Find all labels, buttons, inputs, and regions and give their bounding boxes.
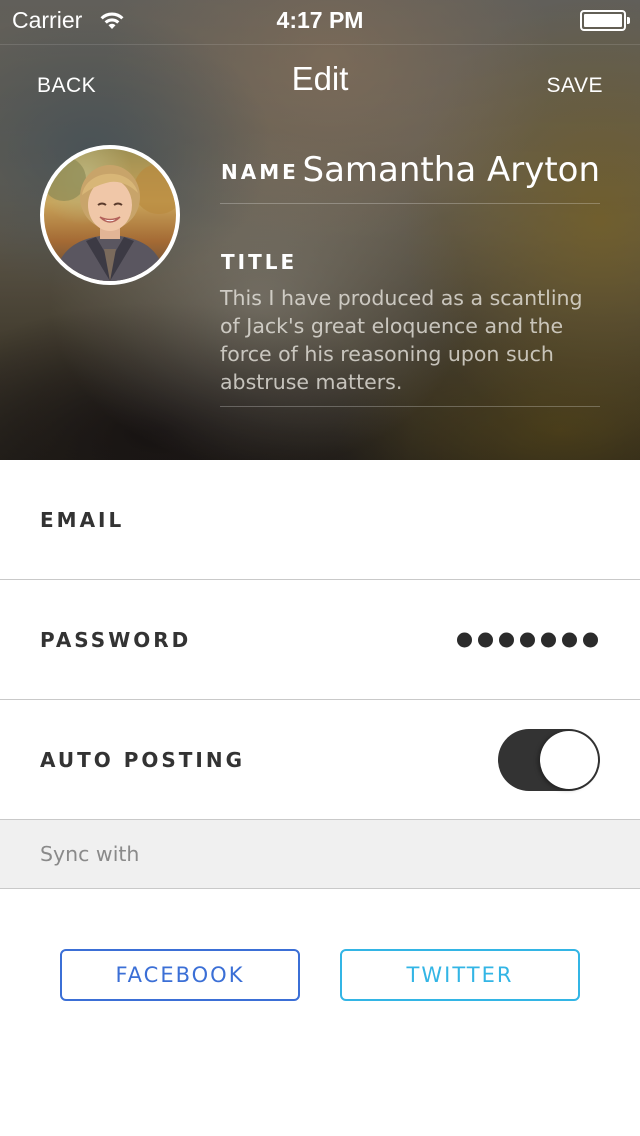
facebook-button[interactable]: FACEBOOK [60, 949, 300, 1001]
battery-icon [580, 10, 630, 31]
status-divider [0, 44, 640, 45]
status-time: 4:17 PM [276, 7, 364, 33]
title-divider [220, 406, 600, 407]
password-field[interactable] [457, 632, 598, 647]
auto-posting-label: AUTO POSTING [40, 747, 246, 772]
password-row[interactable]: PASSWORD [0, 580, 640, 700]
title-label: TITLE [221, 250, 298, 274]
status-bar: Carrier 4:17 PM [0, 0, 640, 40]
page-title: Edit [291, 60, 349, 97]
title-field[interactable]: This I have produced as a scantling of J… [220, 284, 590, 396]
avatar-photo-icon [44, 157, 176, 281]
email-row[interactable]: EMAIL [0, 460, 640, 580]
password-label: PASSWORD [40, 627, 192, 652]
name-label: NAME [221, 160, 299, 184]
twitter-button[interactable]: TWITTER [340, 949, 580, 1001]
name-divider [220, 203, 600, 204]
toggle-knob [540, 731, 598, 789]
auto-posting-row: AUTO POSTING [0, 700, 640, 820]
save-button[interactable]: SAVE [547, 74, 603, 98]
sync-header-label: Sync with [40, 842, 140, 866]
auto-posting-toggle[interactable] [498, 729, 600, 791]
avatar[interactable] [40, 145, 180, 285]
sync-section-header: Sync with [0, 820, 640, 889]
email-label: EMAIL [40, 507, 125, 532]
name-field[interactable]: Samantha Aryton [303, 150, 600, 190]
